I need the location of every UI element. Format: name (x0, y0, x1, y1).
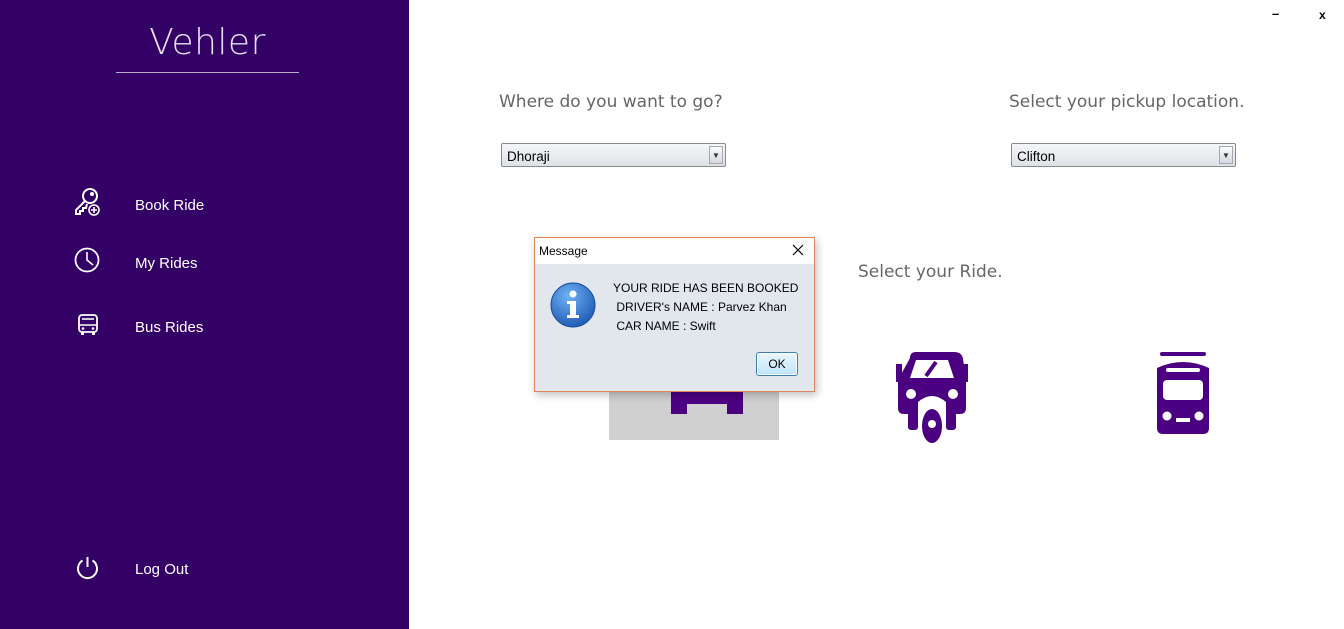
logout-button[interactable]: Log Out (70, 550, 310, 590)
minimize-button[interactable]: – (1272, 6, 1279, 21)
sidebar-item-book-ride[interactable]: Book Ride (70, 186, 310, 226)
destination-prompt: Where do you want to go? (499, 92, 723, 112)
sidebar-item-label: My Rides (135, 255, 198, 272)
pickup-value: Clifton (1017, 149, 1056, 164)
dialog-message-line: DRIVER's NAME : Parvez Khan (613, 300, 787, 314)
dialog-titlebar: Message (535, 238, 814, 264)
rickshaw-icon (896, 352, 968, 443)
power-icon (77, 557, 98, 580)
ride-option-rickshaw[interactable] (896, 350, 968, 444)
close-icon[interactable] (788, 240, 808, 260)
pickup-select[interactable]: Clifton ▼ (1011, 143, 1236, 167)
key-add-icon (75, 188, 100, 216)
sidebar: Vehler Book Ride My Rides Bus Rides Log … (0, 0, 409, 629)
train-icon (1157, 352, 1209, 434)
title-divider (116, 72, 299, 73)
close-window-button[interactable]: x (1319, 8, 1326, 22)
dialog-message-line: CAR NAME : Swift (613, 319, 716, 333)
ok-button[interactable]: OK (756, 352, 798, 376)
sidebar-item-label: Book Ride (135, 197, 205, 214)
info-icon (550, 282, 596, 328)
pickup-prompt: Select your pickup location. (1009, 92, 1245, 112)
sidebar-item-label: Bus Rides (135, 319, 204, 336)
sidebar-item-bus-rides[interactable]: Bus Rides (70, 308, 310, 348)
sidebar-item-my-rides[interactable]: My Rides (70, 244, 310, 284)
destination-select[interactable]: Dhoraji ▼ (501, 143, 726, 167)
chevron-down-icon[interactable]: ▼ (1219, 146, 1233, 164)
logout-label: Log Out (135, 561, 189, 578)
destination-value: Dhoraji (507, 149, 550, 164)
message-dialog: Message YOUR RIDE HAS BEEN BOOKED DRIVER… (534, 237, 815, 392)
ride-option-train[interactable] (1154, 352, 1212, 438)
app-title: Vehler (149, 22, 266, 63)
dialog-title: Message (539, 244, 588, 258)
dialog-message-line: YOUR RIDE HAS BEEN BOOKED (613, 281, 799, 295)
chevron-down-icon[interactable]: ▼ (709, 146, 723, 164)
ride-prompt: Select your Ride. (858, 262, 1003, 282)
bus-icon (78, 314, 98, 335)
clock-icon (74, 247, 100, 273)
